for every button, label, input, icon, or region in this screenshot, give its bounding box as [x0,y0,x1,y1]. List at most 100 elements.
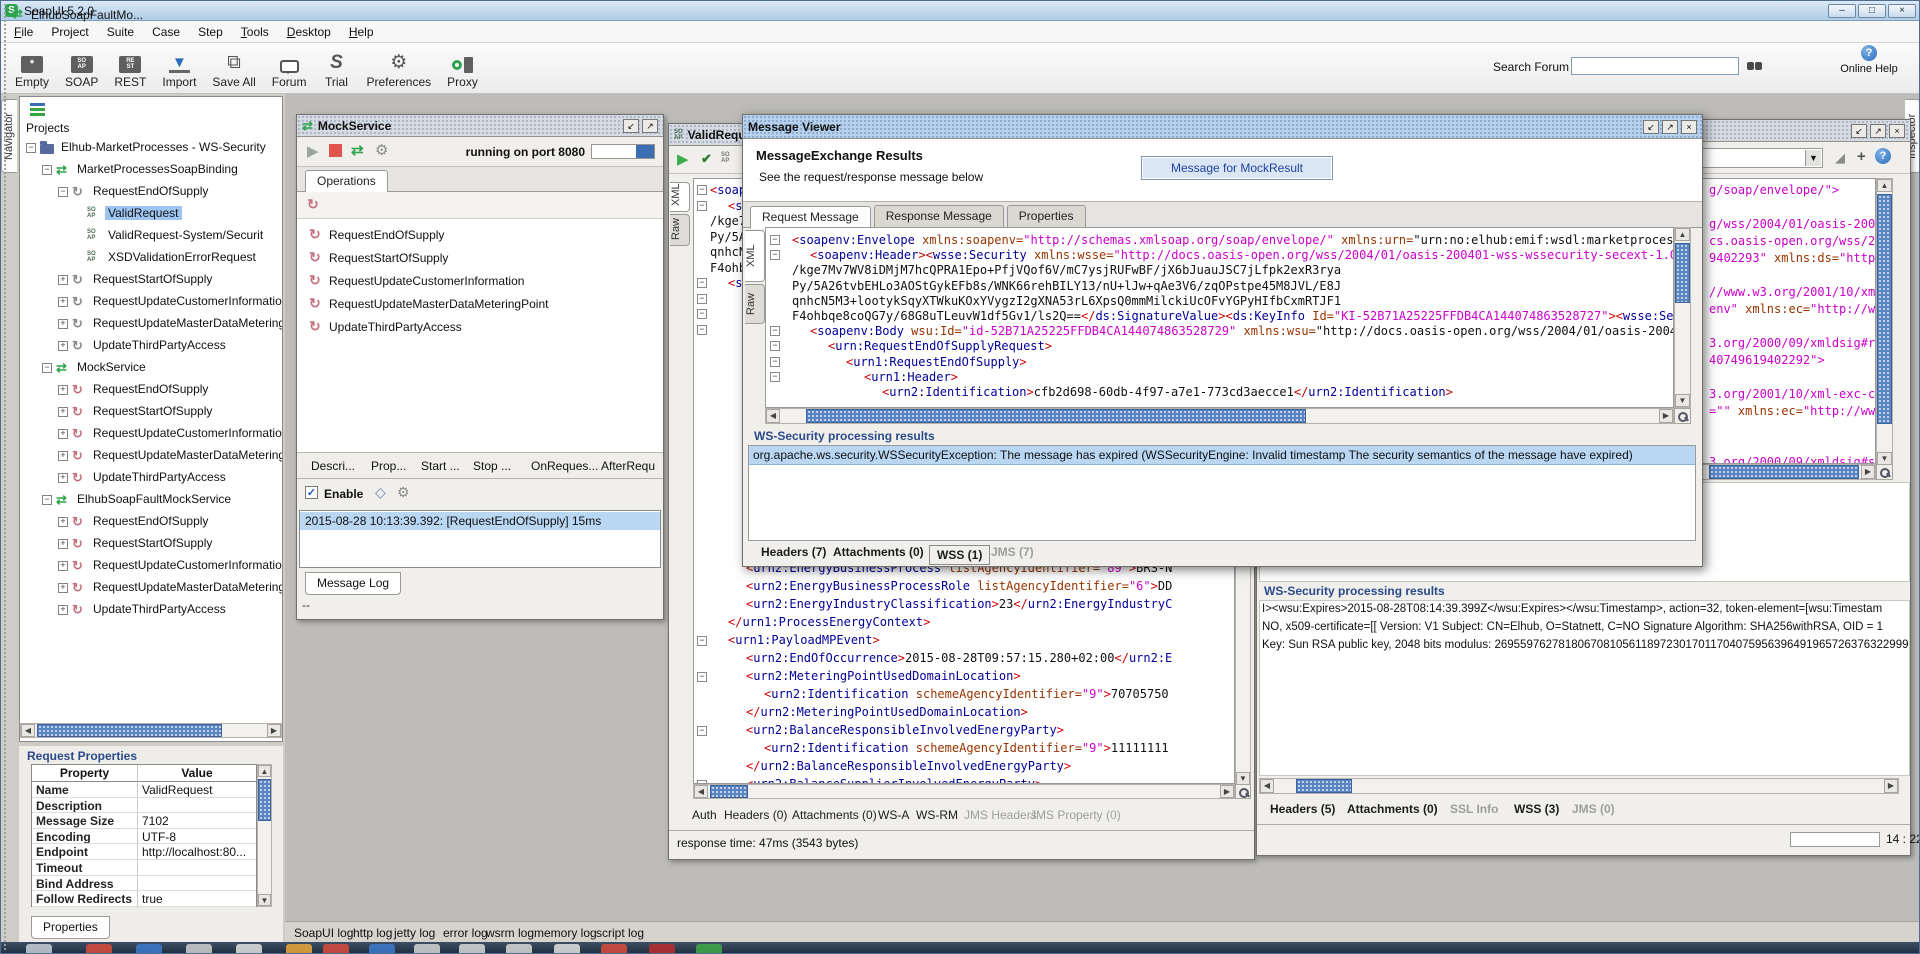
tree-expand-toggle[interactable]: − [42,363,52,373]
menu-step[interactable]: Step [189,22,232,42]
submit-request-button[interactable]: ▶ [677,150,689,168]
tree-expand-toggle[interactable]: + [58,319,68,329]
taskbar-app-icon[interactable] [369,944,395,954]
mock-inspector-tab[interactable]: Descri... [311,459,355,473]
dialog-close-icon[interactable]: × [1681,120,1697,134]
prop-value[interactable]: UTF-8 [138,829,256,845]
window-dock-icon[interactable]: ↙ [1851,124,1867,138]
tab-properties[interactable]: Properties [1007,205,1086,228]
tree-expand-toggle[interactable]: + [58,561,68,571]
mock-operation-row[interactable]: ↻RequestUpdateMasterDataMeteringPoint [297,293,663,316]
tree-expand-toggle[interactable]: − [42,165,52,175]
mock-inspector-tab[interactable]: OnReques... [531,459,598,473]
fold-toggle[interactable]: − [697,636,707,646]
mock-inspector-tab[interactable]: AfterRequ [601,459,655,473]
tree-item[interactable]: +↻RequestUpdateCustomerInformation [20,555,282,577]
tree-expand-toggle[interactable]: + [58,473,68,483]
prop-value[interactable]: ValidRequest [138,782,256,798]
tab-operations[interactable]: Operations [305,170,388,193]
toolbar-button-rest[interactable]: RESTREST [106,45,154,91]
mock-inspector-tab[interactable]: Start ... [421,459,460,473]
enable-log-checkbox[interactable]: ✓ [305,486,318,499]
request-inspector-tab-attachments[interactable]: Attachments (0) [792,808,877,822]
tree-item[interactable]: −Elhub-MarketProcesses - WS-Security [20,137,282,159]
toolbar-button-soap[interactable]: SOAPSOAP [57,45,106,91]
projects-root-label[interactable]: Projects [26,121,69,135]
tree-item[interactable]: +↻RequestUpdateMasterDataMeteringPoint [20,445,282,467]
menu-project[interactable]: Project [42,22,97,42]
taskbar-app-icon[interactable] [286,944,312,954]
prop-value[interactable] [138,860,256,876]
fold-toggle[interactable]: − [697,294,707,304]
tree-item[interactable]: SOAPXSDValidationErrorRequest [20,247,282,269]
fold-toggle[interactable]: − [697,201,707,211]
window-dock-icon[interactable]: ↙ [1643,120,1659,134]
fold-toggle[interactable]: − [770,250,780,260]
request-hscrollbar[interactable]: ◀▶ [693,784,1235,799]
dialog-vscrollbar[interactable]: ▲▼ [1674,227,1691,408]
request-inspector-tab-ws-a[interactable]: WS-A [878,808,909,822]
menu-file[interactable]: File [5,22,42,42]
log-options-gear-icon[interactable]: ⚙ [397,484,410,501]
tab-response-message[interactable]: Response Message [874,205,1004,228]
tree-item[interactable]: +↻RequestUpdateCustomerInformation [20,423,282,445]
dialog-tab-attachments[interactable]: Attachments (0) [833,545,924,559]
tree-expand-toggle[interactable]: + [58,385,68,395]
tree-hscrollbar[interactable]: ◀ ▶ [20,723,282,738]
toolbar-button-import[interactable]: ▼Import [154,45,204,91]
wss-exception-row[interactable]: org.apache.ws.security.WSSecurityExcepti… [749,446,1695,465]
fold-toggle[interactable]: − [697,672,707,682]
mock-inspector-tab[interactable]: Prop... [371,459,406,473]
fold-toggle[interactable]: − [697,185,707,195]
request-inspector-tab-jms[interactable]: JMS Property (0) [1030,808,1121,822]
wss-hscrollbar[interactable]: ◀▶ [1259,778,1899,794]
taskbar-app-icon[interactable] [186,944,212,954]
windows-taskbar[interactable] [1,942,1920,954]
properties-vscrollbar[interactable]: ▲ ▼ [257,764,272,907]
search-icon[interactable] [1747,59,1763,73]
mockservice-titlebar[interactable]: ⇄MockService↙↗ [297,115,663,137]
toolbar-button-forum[interactable]: Forum [264,45,315,91]
menu-desktop[interactable]: Desktop [278,22,340,42]
response-tab-wss[interactable]: WSS (3) [1514,802,1559,816]
combobox-arrow-icon[interactable]: ▼ [1805,150,1821,166]
window-float-icon[interactable]: ↗ [1662,120,1678,134]
tree-expand-toggle[interactable]: − [26,143,36,153]
tree-expand-toggle[interactable]: + [58,539,68,549]
fold-toggle[interactable]: − [770,357,780,367]
tree-item[interactable]: −⇄MockService [20,357,282,379]
mock-operation-row[interactable]: ↻RequestUpdateCustomerInformation [297,270,663,293]
menu-help[interactable]: Help [340,22,383,42]
toolbar-button-saveall[interactable]: ⧉Save All [204,45,263,91]
app-titlebar[interactable]: S SoapUI 5.2.0 – □ × [1,1,1920,21]
window-close-button[interactable]: × [1888,4,1916,18]
window-minimize-button[interactable]: – [1828,4,1856,18]
run-mockservice-button[interactable]: ▶ [307,142,319,160]
request-inspector-tab-auth[interactable]: Auth [692,808,717,822]
request-inspector-tab-jms[interactable]: JMS Headers [964,808,1037,822]
taskbar-app-icon[interactable] [236,944,262,954]
log-tab-wsrm-log[interactable]: wsrm log [486,926,534,940]
taskbar-app-icon[interactable] [86,944,112,954]
tree-expand-toggle[interactable]: + [58,517,68,527]
tree-item[interactable]: +↻RequestUpdateCustomerInformation [20,291,282,313]
mock-operation-row[interactable]: ↻RequestEndOfSupply [297,224,663,247]
raw-side-tab[interactable]: Raw [670,214,690,246]
zoom-xml-icon[interactable] [1235,784,1251,799]
dialog-tab-wss[interactable]: WSS (1) [929,545,990,565]
tree-expand-toggle[interactable]: + [58,407,68,417]
log-tab-error-log[interactable]: error log [443,926,488,940]
tree-expand-toggle[interactable]: + [58,451,68,461]
fold-toggle[interactable]: − [770,235,780,245]
taskbar-app-icon[interactable] [649,944,675,954]
log-tab-SoapUI-log[interactable]: SoapUI log [294,926,353,940]
message-viewer-titlebar[interactable]: Message Viewer↙↗× [743,115,1702,139]
prop-value[interactable]: http://localhost:80... [138,844,256,860]
log-tab-script-log[interactable]: script log [596,926,644,940]
tree-item[interactable]: +↻RequestUpdateMasterDataMeteringPoint [20,577,282,599]
fold-toggle[interactable]: − [697,309,707,319]
fold-toggle[interactable]: − [697,726,707,736]
zoom-xml-icon[interactable] [1674,408,1691,424]
mock-options-gear-icon[interactable]: ⚙ [375,141,388,159]
mock-operation-row[interactable]: ↻RequestStartOfSupply [297,247,663,270]
